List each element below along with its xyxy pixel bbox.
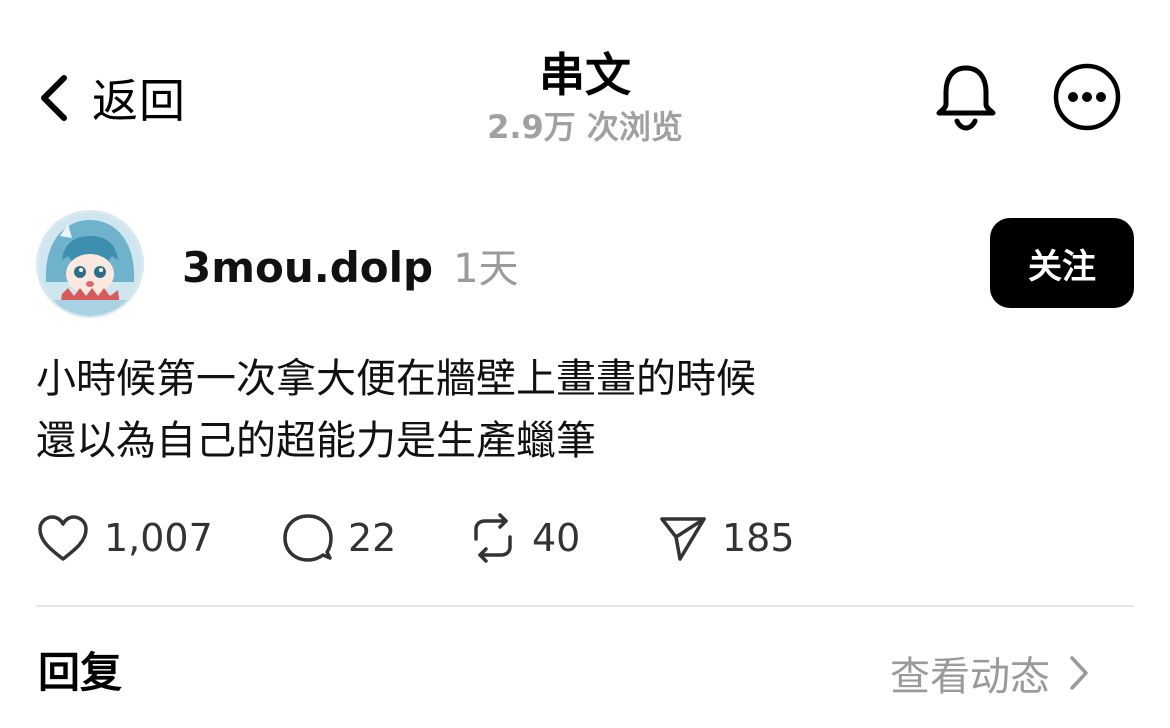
post-text-line: 小時候第一次拿大便在牆壁上畫畫的時候	[36, 356, 756, 402]
back-label: 返回	[92, 74, 186, 128]
like-count: 1,007	[104, 516, 213, 560]
heart-icon	[38, 515, 88, 561]
like-button[interactable]: 1,007	[36, 513, 282, 563]
view-activity-label: 查看动态	[890, 654, 1050, 700]
share-button[interactable]: 185	[658, 513, 795, 563]
send-icon	[660, 517, 706, 561]
repost-count: 40	[532, 516, 581, 560]
post-timestamp: 1天	[453, 246, 519, 292]
comment-icon	[283, 514, 333, 562]
replies-heading: 回复	[38, 648, 123, 697]
repost-button[interactable]: 40	[468, 511, 658, 565]
back-button[interactable]: 返回	[36, 60, 186, 136]
bell-icon	[936, 65, 996, 131]
author-row: 3mou.dolp 1天	[182, 236, 519, 296]
notification-bell-button[interactable]	[930, 60, 1002, 132]
comment-button[interactable]: 22	[282, 512, 468, 564]
chevron-left-icon	[36, 74, 70, 122]
divider	[36, 605, 1134, 607]
page-title: 串文	[539, 48, 631, 102]
share-count: 185	[722, 516, 795, 560]
more-icon	[1053, 63, 1121, 131]
more-options-button[interactable]	[1052, 62, 1122, 132]
author-username[interactable]: 3mou.dolp	[182, 243, 433, 292]
view-activity-link[interactable]: 查看动态	[890, 644, 1090, 702]
follow-button[interactable]: 关注	[990, 218, 1134, 308]
chevron-right-icon	[1070, 656, 1088, 690]
post-actions: 1,007 22 40 185	[36, 508, 795, 568]
view-count: 2.9万 次浏览	[487, 108, 683, 146]
repost-icon	[474, 513, 512, 563]
comment-count: 22	[348, 516, 397, 560]
post-text-line: 還以為自己的超能力是生產蠟筆	[36, 418, 596, 464]
header-title-block: 串文 2.9万 次浏览	[385, 46, 785, 148]
avatar[interactable]	[36, 210, 144, 318]
post-body: 小時候第一次拿大便在牆壁上畫畫的時候 還以為自己的超能力是生產蠟筆	[36, 348, 1126, 472]
